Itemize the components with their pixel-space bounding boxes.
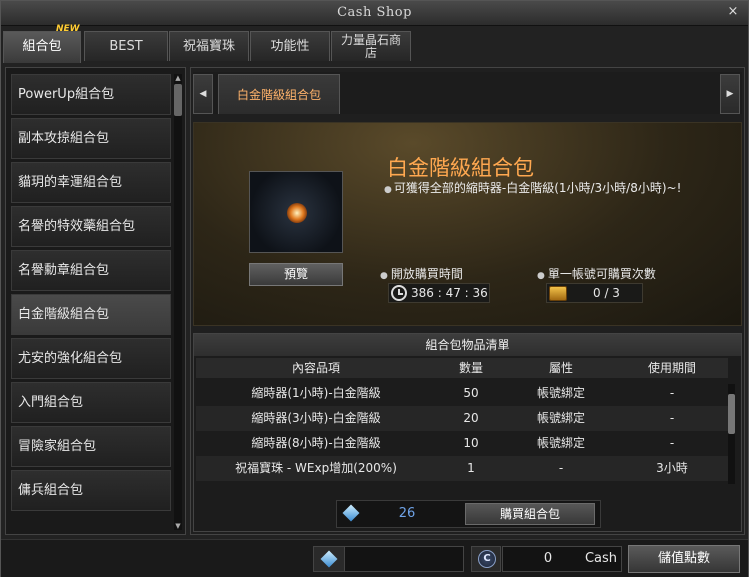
open-time-label-text: 開放購買時間 (390, 267, 463, 281)
tab-best[interactable]: BEST (84, 31, 168, 61)
row-attribute: 帳號綁定 (536, 386, 585, 400)
purchase-limit-value: 0 / 3 (593, 286, 620, 300)
bundle-sidebar: PowerUp組合包 副本攻掠組合包 貓玥的幸運組合包 名譽的特效藥組合包 名譽… (5, 67, 186, 535)
open-time-field: 386 : 47 : 36 (388, 283, 490, 303)
sidebar-item-honor-medal[interactable]: 名譽勳章組合包 (11, 250, 171, 291)
cash-coin-icon: C (478, 550, 496, 568)
tab-power-crystal-shop[interactable]: 力量晶石商 店 (331, 31, 411, 61)
row-quantity: 10 (463, 436, 479, 450)
diamond-balance-field (344, 546, 464, 572)
tab-label: 組合包 (22, 39, 62, 54)
treasure-chest-icon (549, 286, 567, 301)
new-badge: NEW (56, 24, 80, 34)
header-duration: 使用期間 (647, 361, 696, 375)
row-item: 祝福寶珠 - WExp增加(200%) (235, 461, 397, 475)
sidebar-item-adventurer[interactable]: 冒險家組合包 (11, 426, 171, 467)
title-bar[interactable]: Cash Shop × (1, 1, 748, 26)
purchase-limit-field: 0 / 3 (546, 283, 643, 303)
tab-label-line2: 店 (364, 46, 377, 60)
nav-right-icon[interactable]: ▶ (720, 74, 740, 114)
diamond-icon (320, 550, 338, 568)
row-duration: - (669, 411, 675, 425)
table-row: 縮時器(1小時)-白金階級 50 帳號綁定 - (196, 381, 728, 406)
window-title: Cash Shop (337, 5, 412, 20)
sidebar-scrollbar[interactable]: ▲ ▼ (174, 74, 182, 530)
purchase-bar: 26 購買組合包 (336, 500, 601, 528)
row-quantity: 1 (467, 461, 475, 475)
product-thumbnail (249, 171, 343, 253)
product-nav: ◀ 白金階級組合包 ▶ (193, 72, 742, 114)
row-quantity: 20 (463, 411, 479, 425)
orb-icon (287, 203, 307, 223)
description-text: 可獲得全部的縮時器-白金階級(1小時/3小時/8小時)~! (393, 181, 682, 195)
tab-label: BEST (109, 39, 143, 54)
purchase-limit-label: ● 單一帳號可購買次數 (537, 265, 656, 282)
open-time-value: 386 : 47 : 36 (411, 286, 488, 300)
sidebar-item-dungeon[interactable]: 副本攻掠組合包 (11, 118, 171, 159)
top-up-button[interactable]: 儲值點數 (628, 545, 740, 573)
sidebar-item-starter[interactable]: 入門組合包 (11, 382, 171, 423)
row-item: 縮時器(3小時)-白金階級 (251, 411, 381, 425)
scroll-thumb[interactable] (174, 84, 182, 116)
nav-left-icon[interactable]: ◀ (193, 74, 213, 114)
item-list-scrollbar[interactable] (728, 384, 735, 484)
cash-shop-window: Cash Shop × NEW 組合包 BEST 祝福寶珠 功能性 力量晶石商 … (0, 0, 749, 577)
product-subtab[interactable]: 白金階級組合包 (218, 74, 340, 114)
row-attribute: 帳號綁定 (536, 411, 585, 425)
row-item: 縮時器(8小時)-白金階級 (251, 436, 381, 450)
tab-bundle[interactable]: NEW 組合包 (3, 24, 81, 63)
diamond-balance-icon-box (313, 546, 345, 572)
buy-bundle-button[interactable]: 購買組合包 (465, 503, 595, 525)
cash-value: 0 (543, 551, 553, 566)
footer-bar: C 0 Cash 儲值點數 (1, 539, 748, 577)
row-duration: - (669, 436, 675, 450)
table-row: 縮時器(8小時)-白金階級 10 帳號綁定 - (196, 431, 728, 456)
open-time-label: ● 開放購買時間 (380, 265, 463, 282)
preview-button[interactable]: 預覽 (249, 263, 343, 286)
sidebar-item-powerup[interactable]: PowerUp組合包 (11, 74, 171, 115)
item-list-title: 組合包物品清單 (194, 334, 741, 356)
diamond-icon (342, 504, 360, 522)
tab-label: 功能性 (270, 39, 310, 54)
close-icon[interactable]: × (726, 5, 740, 19)
sidebar-item-honor-potion[interactable]: 名譽的特效藥組合包 (11, 206, 171, 247)
header-quantity: 數量 (458, 361, 483, 375)
row-quantity: 50 (463, 386, 479, 400)
row-attribute: 帳號綁定 (536, 436, 585, 450)
table-header: 內容品項 數量 屬性 使用期間 (196, 358, 728, 378)
row-attribute: - (558, 461, 564, 475)
row-duration: 3小時 (656, 461, 688, 475)
tab-functional[interactable]: 功能性 (250, 31, 330, 61)
product-panel: ◀ 白金階級組合包 ▶ 預覽 白金階級組合包 ● 可獲得全部的縮時器-白金階級(1… (190, 67, 745, 535)
sidebar-item-enhance[interactable]: 尤安的強化組合包 (11, 338, 171, 379)
scroll-down-icon[interactable]: ▼ (174, 522, 182, 530)
table-row: 縮時器(3小時)-白金階級 20 帳號綁定 - (196, 406, 728, 431)
header-attribute: 屬性 (548, 361, 573, 375)
product-banner: 預覽 白金階級組合包 ● 可獲得全部的縮時器-白金階級(1小時/3小時/8小時)~… (193, 122, 742, 326)
bullet-icon: ● (380, 271, 388, 281)
sidebar-item-platinum[interactable]: 白金階級組合包 (11, 294, 171, 335)
cash-label: Cash (584, 551, 617, 566)
tab-blessing-orb[interactable]: 祝福寶珠 (169, 31, 249, 61)
product-description: ● 可獲得全部的縮時器-白金階級(1小時/3小時/8小時)~! (384, 181, 714, 197)
cash-balance-field: 0 Cash (502, 546, 622, 572)
header-item: 內容品項 (291, 361, 340, 375)
bundle-item-list: 組合包物品清單 內容品項 數量 屬性 使用期間 縮時器(1小時)-白金階級 50… (193, 333, 742, 532)
tab-label: 祝福寶珠 (182, 39, 235, 54)
row-item: 縮時器(1小時)-白金階級 (251, 386, 381, 400)
bullet-icon: ● (537, 271, 545, 281)
bundle-price: 26 (398, 506, 416, 521)
scroll-up-icon[interactable]: ▲ (174, 74, 182, 82)
sidebar-item-mercenary[interactable]: 傭兵組合包 (11, 470, 171, 511)
scroll-thumb[interactable] (728, 394, 735, 434)
table-row: 祝福寶珠 - WExp增加(200%) 1 - 3小時 (196, 456, 728, 481)
bullet-icon: ● (384, 185, 392, 195)
purchase-limit-label-text: 單一帳號可購買次數 (547, 267, 656, 281)
sidebar-item-lucky[interactable]: 貓玥的幸運組合包 (11, 162, 171, 203)
cash-icon-box: C (471, 546, 501, 572)
clock-icon (391, 285, 407, 301)
product-title: 白金階級組合包 (387, 156, 534, 180)
row-duration: - (669, 386, 675, 400)
